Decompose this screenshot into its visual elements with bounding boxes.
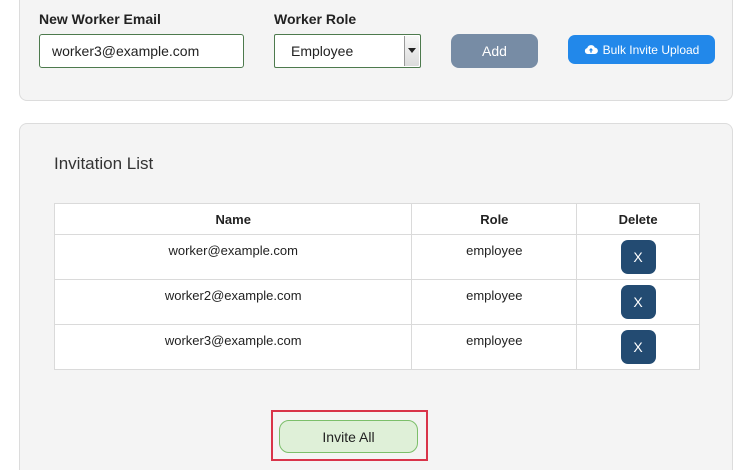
row-name: worker@example.com <box>168 243 298 258</box>
bulk-invite-upload-button[interactable]: Bulk Invite Upload <box>568 35 715 64</box>
row-name: worker2@example.com <box>164 288 302 303</box>
chevron-down-icon <box>408 48 416 53</box>
column-header-delete: Delete <box>576 203 700 235</box>
delete-cell: X <box>576 279 700 325</box>
delete-cell: X <box>576 324 700 370</box>
table-row: worker3@example.com employee X <box>53 324 700 370</box>
name-cell: worker@example.com <box>53 234 413 280</box>
row-role: employee <box>466 243 523 258</box>
invite-workers-page: New Worker Email Worker Role Employee Ad… <box>0 0 750 470</box>
row-role: employee <box>466 333 523 348</box>
role-label: Worker Role <box>274 11 357 27</box>
dropdown-arrow[interactable] <box>404 36 419 66</box>
role-cell: employee <box>411 234 578 280</box>
role-select[interactable]: Employee <box>274 34 421 68</box>
email-label: New Worker Email <box>39 11 161 27</box>
role-cell: employee <box>411 324 578 370</box>
column-header-name: Name <box>53 203 413 235</box>
add-button[interactable]: Add <box>451 34 538 68</box>
invitation-list-title: Invitation List <box>54 154 154 173</box>
email-input[interactable] <box>39 34 244 68</box>
delete-button[interactable]: X <box>620 330 656 364</box>
delete-cell: X <box>576 234 700 280</box>
table-row: worker@example.com employee X <box>53 234 700 280</box>
role-cell: employee <box>411 279 578 325</box>
row-name: worker3@example.com <box>164 333 302 348</box>
invitation-table: Name Role Delete worker@example.com empl… <box>53 203 700 370</box>
column-header-role: Role <box>411 203 578 235</box>
bulk-invite-upload-label: Bulk Invite Upload <box>602 42 700 57</box>
cloud-upload-icon <box>584 44 598 55</box>
delete-button[interactable]: X <box>620 285 656 319</box>
table-header-row: Name Role Delete <box>53 203 700 235</box>
name-cell: worker3@example.com <box>53 324 413 370</box>
invite-all-button[interactable]: Invite All <box>279 420 418 453</box>
invite-all-label: Invite All <box>322 428 375 445</box>
table-row: worker2@example.com employee X <box>53 279 700 325</box>
name-cell: worker2@example.com <box>53 279 413 325</box>
add-button-label: Add <box>482 43 507 59</box>
role-select-value: Employee <box>291 43 354 59</box>
row-role: employee <box>466 288 523 303</box>
delete-button[interactable]: X <box>620 240 656 274</box>
